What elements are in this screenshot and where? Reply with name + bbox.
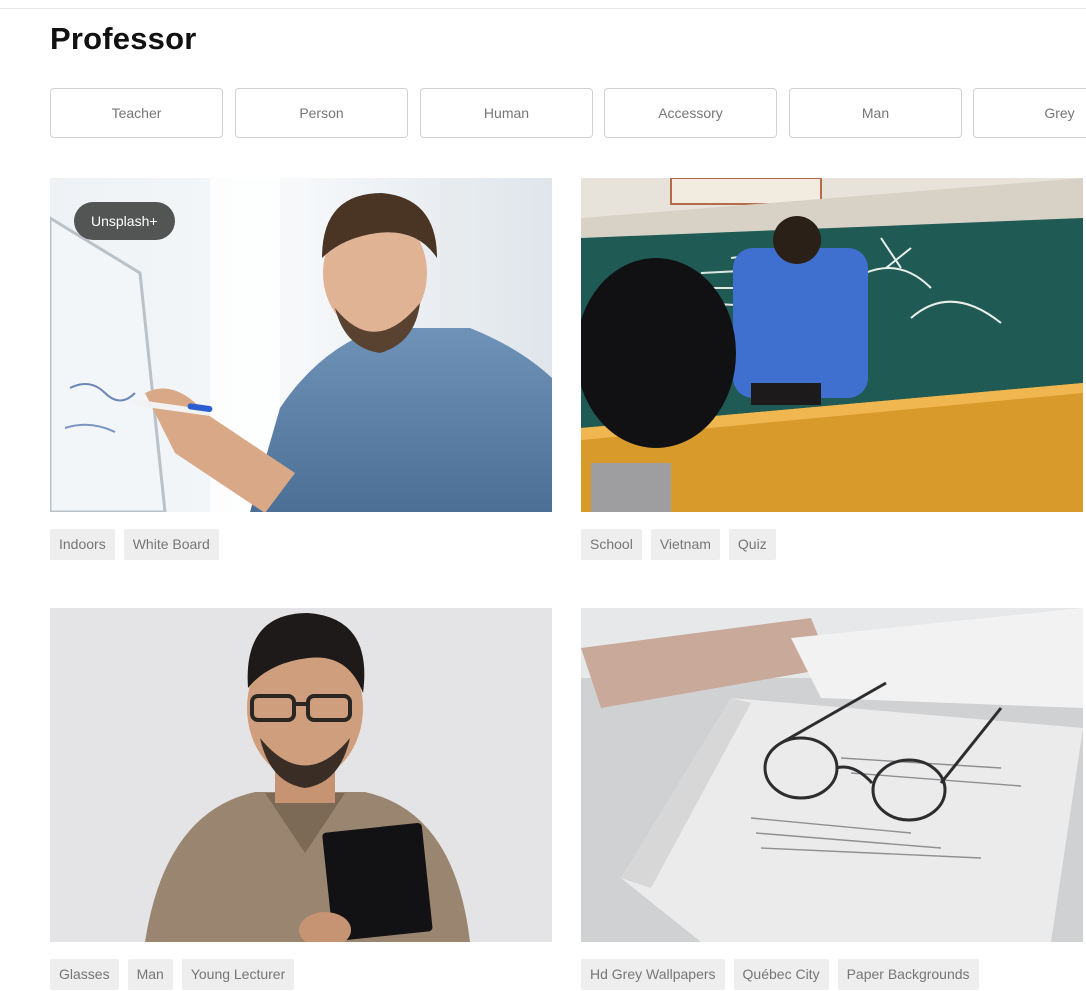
page-title: Professor — [50, 21, 197, 56]
tag-white-board[interactable]: White Board — [123, 529, 219, 560]
tag-indoors[interactable]: Indoors — [50, 529, 115, 560]
related-search-grey[interactable]: Grey — [973, 88, 1086, 138]
tag-school[interactable]: School — [581, 529, 642, 560]
photo-glasses-on-paper — [581, 608, 1083, 942]
photo-card-chalkboard[interactable] — [581, 178, 1083, 512]
tag-young-lecturer[interactable]: Young Lecturer — [181, 959, 295, 990]
unsplash-plus-badge: Unsplash+ — [74, 202, 175, 240]
tag-vietnam[interactable]: Vietnam — [650, 529, 720, 560]
photo-tags-1: Indoors White Board — [50, 529, 219, 561]
related-search-teacher[interactable]: Teacher — [50, 88, 223, 138]
photo-teacher-at-chalkboard — [581, 178, 1083, 512]
photo-tags-2: School Vietnam Quiz — [581, 529, 776, 561]
tag-quebec-city[interactable]: Québec City — [733, 959, 829, 990]
photo-card-lecturer[interactable] — [50, 608, 552, 942]
photo-tags-4: Hd Grey Wallpapers Québec City Paper Bac… — [581, 959, 979, 991]
photo-tags-3: Glasses Man Young Lecturer — [50, 959, 295, 991]
tag-hd-grey-wallpapers[interactable]: Hd Grey Wallpapers — [581, 959, 725, 990]
tag-glasses[interactable]: Glasses — [50, 959, 119, 990]
header-divider — [0, 8, 1086, 9]
related-search-person[interactable]: Person — [235, 88, 408, 138]
tag-man[interactable]: Man — [127, 959, 173, 990]
tag-quiz[interactable]: Quiz — [728, 529, 776, 560]
photo-young-lecturer — [50, 608, 552, 942]
related-search-human[interactable]: Human — [420, 88, 593, 138]
related-search-man[interactable]: Man — [789, 88, 962, 138]
photo-card-whiteboard[interactable]: Unsplash+ — [50, 178, 552, 512]
photo-card-glasses-paper[interactable] — [581, 608, 1083, 942]
tag-paper-backgrounds[interactable]: Paper Backgrounds — [837, 959, 979, 990]
related-search-accessory[interactable]: Accessory — [604, 88, 777, 138]
related-searches: Teacher Person Human Accessory Man Grey — [50, 88, 1086, 140]
